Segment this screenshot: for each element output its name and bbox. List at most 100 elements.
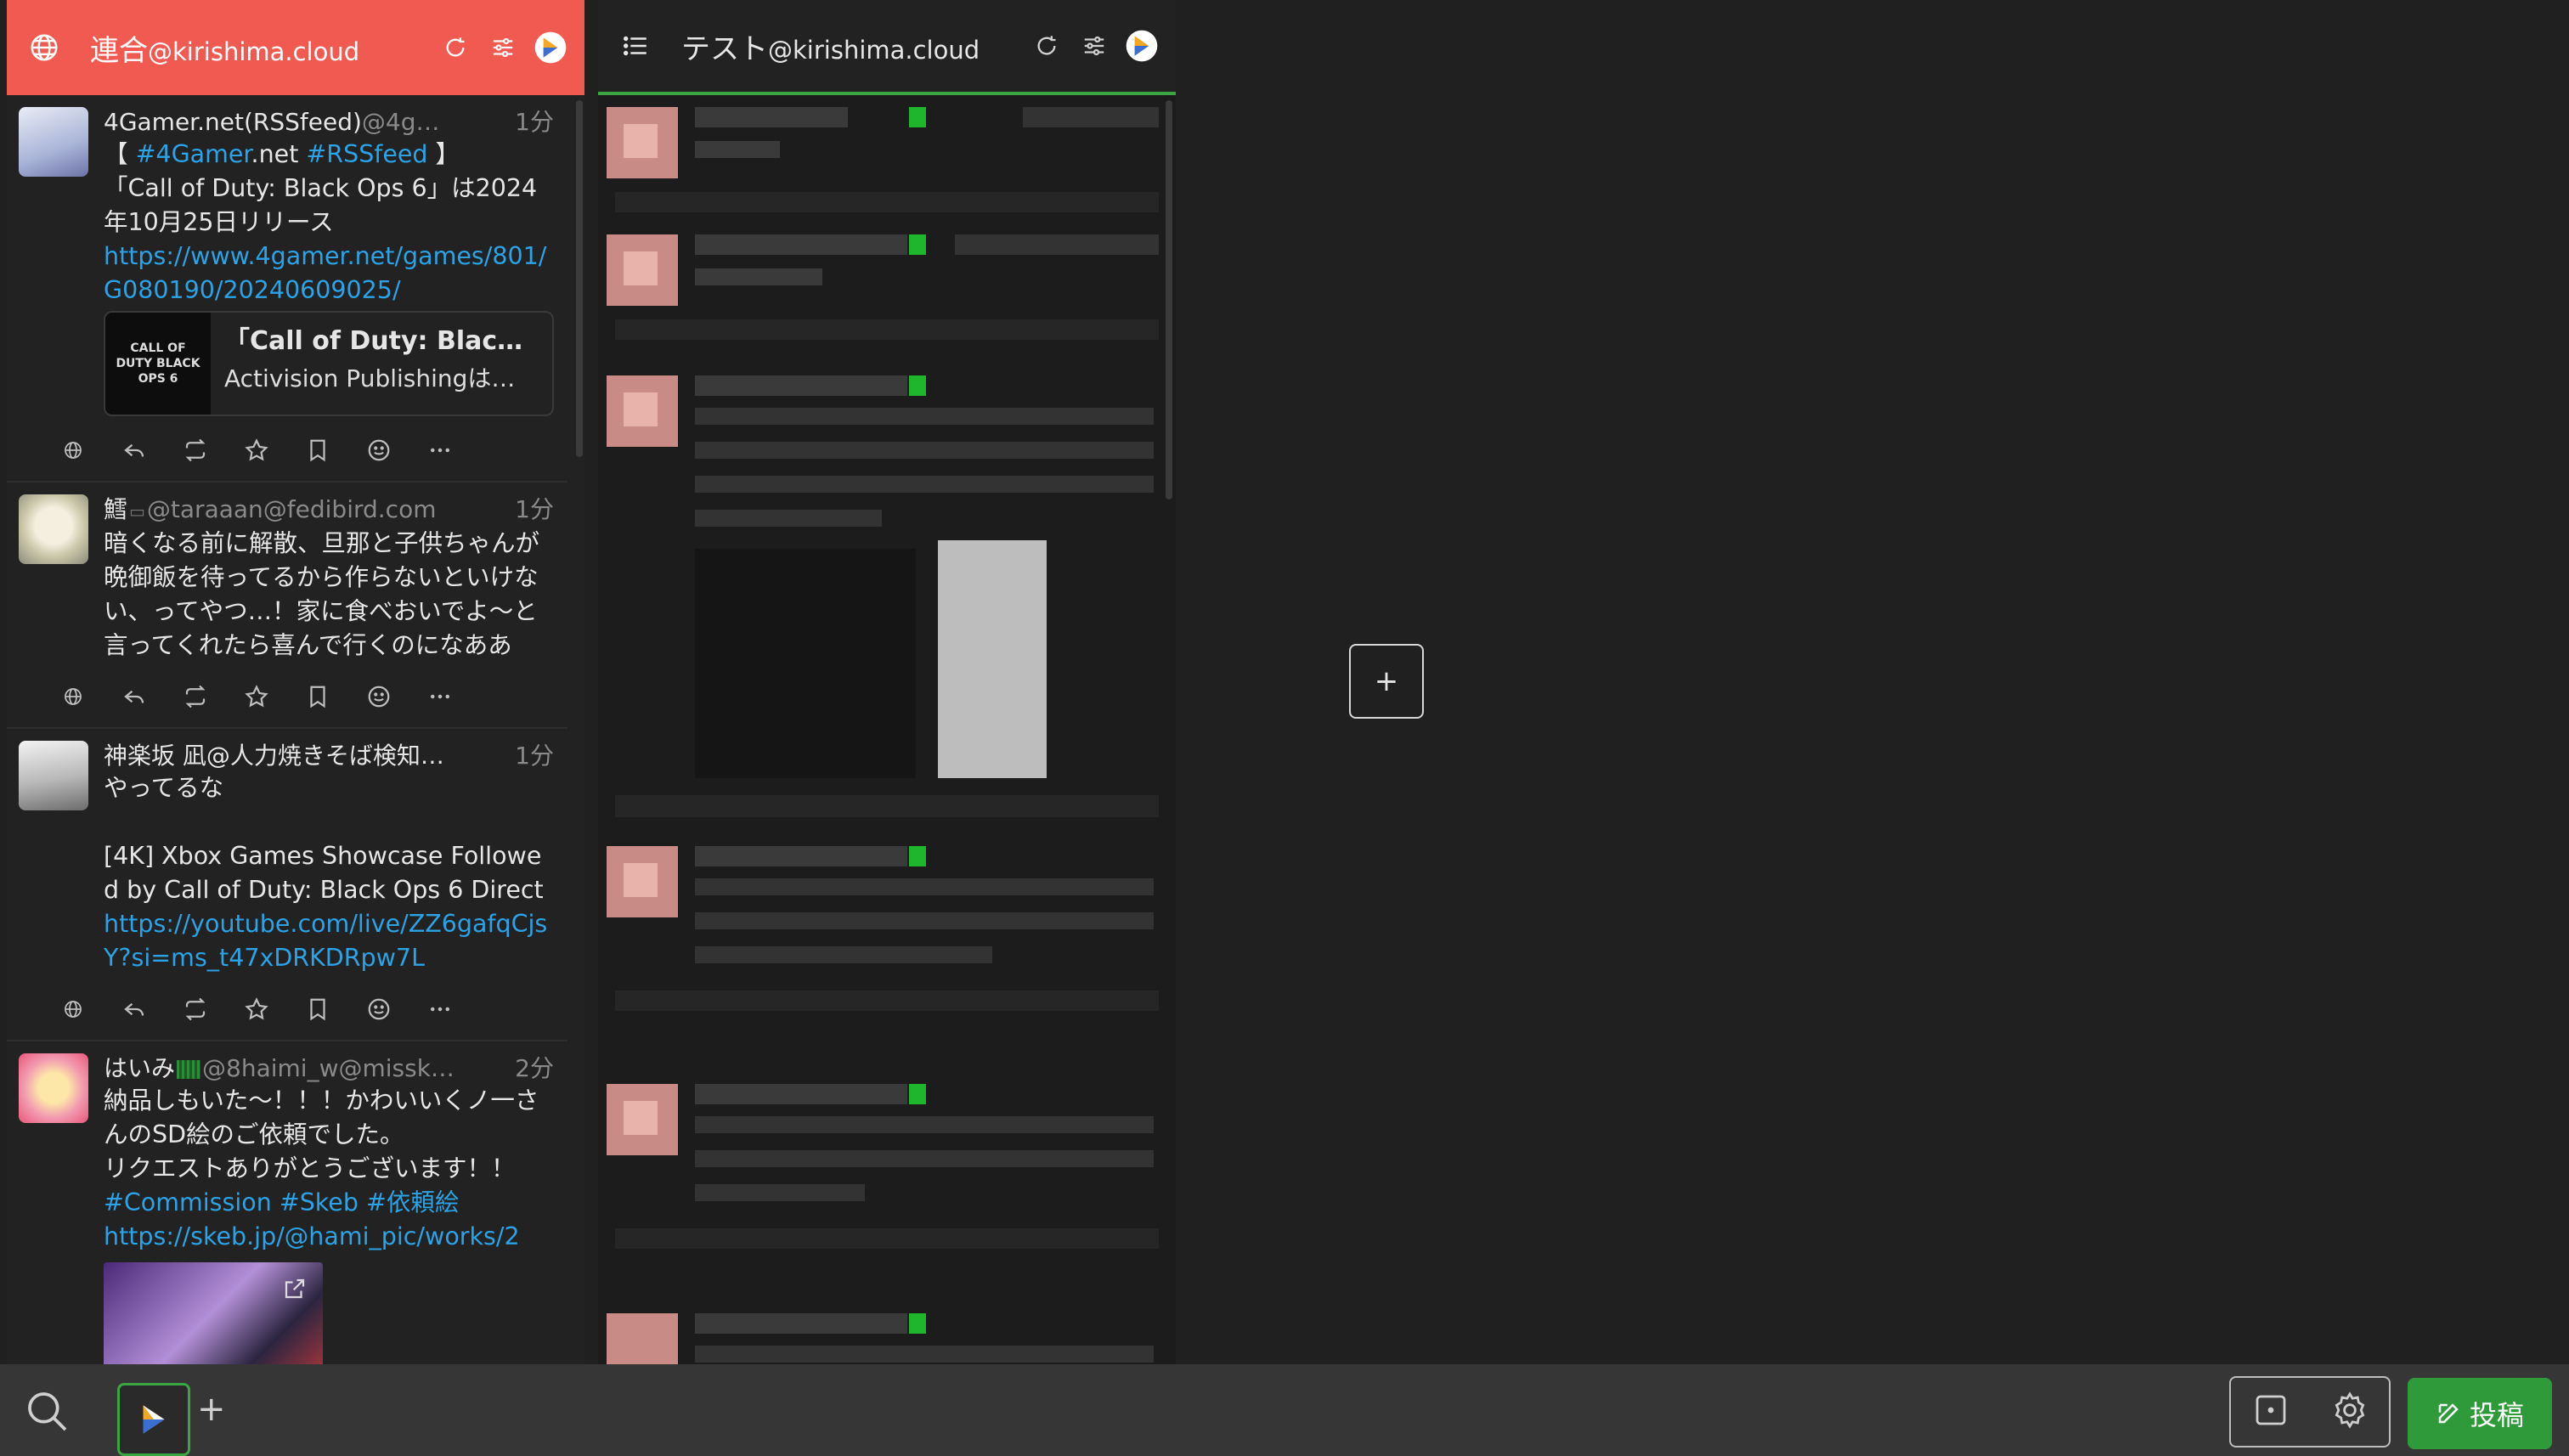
visibility-globe-icon bbox=[42, 999, 104, 1019]
url-preview-card[interactable]: CALL OF DUTY BLACK OPS 6 「Call of Duty: … bbox=[104, 311, 554, 416]
gear-icon[interactable] bbox=[2329, 1390, 2370, 1434]
visibility-globe-icon bbox=[42, 440, 104, 460]
add-column-button[interactable]: + bbox=[1349, 644, 1424, 719]
note-actions bbox=[42, 987, 554, 1031]
note-item[interactable]: はいみ @8haimi_w@missk… 2分 納品しもいた〜！！！かわいいくノ一… bbox=[7, 1041, 567, 1364]
note-item[interactable]: 鱈 ▭@taraaan@fedibird.com 1分 暗くなる前に解散、旦那と子… bbox=[7, 483, 567, 729]
timeline-feed[interactable]: 4Gamer.net(RSSfeed)@4g… 1分 【 #4Gamer.net… bbox=[7, 95, 567, 1364]
list-icon bbox=[615, 25, 656, 66]
account-avatar-icon[interactable] bbox=[530, 27, 571, 68]
more-icon[interactable] bbox=[409, 684, 471, 709]
avatar[interactable] bbox=[19, 494, 88, 564]
note-author-acct: @8haimi_w@missk… bbox=[202, 1054, 455, 1082]
bookmark-icon[interactable] bbox=[287, 996, 348, 1022]
avatar[interactable] bbox=[19, 741, 88, 810]
reply-icon[interactable] bbox=[104, 437, 165, 463]
pixelated-note bbox=[607, 107, 1159, 212]
column-title: 連合@kirishima.cloud bbox=[90, 33, 360, 68]
account-avatar-icon bbox=[133, 1398, 175, 1441]
note-time[interactable]: 1分 bbox=[515, 494, 554, 527]
filter-sliders-icon[interactable] bbox=[483, 27, 523, 68]
globe-icon bbox=[24, 27, 65, 68]
pixelated-note bbox=[607, 846, 1159, 1011]
note-text: 納品しもいた〜！！！かわいいくノ一さんのSD絵のご依頼でした。 リクエストありが… bbox=[104, 1086, 539, 1250]
reaction-emoji-icon[interactable] bbox=[348, 684, 409, 709]
star-icon[interactable] bbox=[226, 437, 287, 463]
note-author-name[interactable]: 鱈 bbox=[104, 495, 127, 523]
account-avatar-icon[interactable] bbox=[1121, 25, 1162, 66]
note-author-name[interactable]: はいみ bbox=[104, 1054, 175, 1082]
note-text: 【 #4Gamer.net #RSSfeed 】 「Call of Duty: … bbox=[104, 140, 547, 304]
note-url-link[interactable]: https://www.4gamer.net/games/801/G080190… bbox=[104, 242, 546, 304]
avatar[interactable] bbox=[19, 1053, 88, 1123]
column-header[interactable]: 連合@kirishima.cloud bbox=[7, 0, 584, 95]
pixelated-note bbox=[607, 1084, 1159, 1249]
visibility-globe-icon bbox=[42, 686, 104, 707]
star-icon[interactable] bbox=[226, 684, 287, 709]
app-root: 連合@kirishima.cloud 4Gamer.net(RSSfeed)@4… bbox=[0, 0, 2569, 1456]
more-icon[interactable] bbox=[409, 996, 471, 1022]
note-time[interactable]: 1分 bbox=[515, 741, 554, 771]
note-author-name[interactable]: 神楽坂 凪@人力焼きそば検知… bbox=[104, 742, 444, 770]
card-description: Activision Publishingは本… bbox=[224, 364, 539, 392]
note-time[interactable]: 1分 bbox=[515, 107, 554, 138]
reload-icon[interactable] bbox=[435, 27, 476, 68]
hashtag-link[interactable]: #RSSfeed bbox=[306, 140, 427, 168]
note-author: 鱈 ▭@taraaan@fedibird.com bbox=[104, 494, 505, 527]
renote-icon[interactable] bbox=[165, 996, 226, 1022]
pixelated-timeline[interactable] bbox=[598, 99, 1176, 1364]
pixelated-note bbox=[607, 375, 1159, 817]
reaction-emoji-icon[interactable] bbox=[348, 437, 409, 463]
account-switcher-button[interactable] bbox=[117, 1383, 190, 1456]
card-thumbnail: CALL OF DUTY BLACK OPS 6 bbox=[105, 313, 211, 415]
attached-image[interactable] bbox=[104, 1262, 323, 1364]
note-actions bbox=[42, 674, 554, 719]
note-item[interactable]: 神楽坂 凪@人力焼きそば検知… 1分 やってるな [4K] Xbox Games… bbox=[7, 729, 567, 1041]
note-author: 神楽坂 凪@人力焼きそば検知… bbox=[104, 741, 505, 771]
note-item[interactable]: 4Gamer.net(RSSfeed)@4g… 1分 【 #4Gamer.net… bbox=[7, 95, 567, 483]
filter-sliders-icon[interactable] bbox=[1074, 25, 1115, 66]
note-url-link[interactable]: https://youtube.com/live/ZZ6gafqCjsY?si=… bbox=[104, 910, 547, 972]
external-link-icon[interactable] bbox=[282, 1276, 308, 1305]
pixelated-note bbox=[607, 1313, 1154, 1364]
hashtag-link[interactable]: #Commission #Skeb #依頼絵 bbox=[104, 1188, 459, 1216]
scrollbar[interactable] bbox=[576, 100, 583, 457]
more-icon[interactable] bbox=[409, 437, 471, 463]
column-header[interactable]: テスト@kirishima.cloud bbox=[598, 0, 1176, 95]
note-author: はいみ @8haimi_w@missk… bbox=[104, 1053, 505, 1084]
reply-icon[interactable] bbox=[104, 996, 165, 1022]
column-test: テスト@kirishima.cloud bbox=[598, 0, 1176, 1364]
hashtag-link[interactable]: #4Gamer bbox=[136, 140, 251, 168]
renote-icon[interactable] bbox=[165, 684, 226, 709]
emoji-icon: ▭ bbox=[129, 501, 145, 522]
bookmark-icon[interactable] bbox=[287, 437, 348, 463]
reaction-emoji-icon[interactable] bbox=[348, 996, 409, 1022]
search-icon[interactable] bbox=[24, 1388, 71, 1436]
note-text: やってるな [4K] Xbox Games Showcase Followed … bbox=[104, 774, 548, 972]
bookmark-icon[interactable] bbox=[287, 684, 348, 709]
card-title: 「Call of Duty: Black Op… bbox=[224, 326, 539, 356]
column-federated: 連合@kirishima.cloud 4Gamer.net(RSSfeed)@4… bbox=[7, 0, 584, 1364]
add-account-button[interactable]: + bbox=[197, 1390, 226, 1429]
note-author-name[interactable]: 4Gamer.net(RSSfeed) bbox=[104, 108, 362, 136]
pixelated-note bbox=[607, 234, 1159, 340]
emoji-icon bbox=[177, 1060, 201, 1079]
note-time[interactable]: 2分 bbox=[515, 1053, 554, 1084]
post-button-label: 投稿 bbox=[2469, 1400, 2524, 1431]
reload-icon[interactable] bbox=[1026, 25, 1067, 66]
reply-icon[interactable] bbox=[104, 684, 165, 709]
renote-icon[interactable] bbox=[165, 437, 226, 463]
star-icon[interactable] bbox=[226, 996, 287, 1022]
edit-icon bbox=[2438, 1403, 2459, 1424]
note-actions bbox=[42, 428, 554, 472]
note-author-acct: @taraaan@fedibird.com bbox=[146, 495, 437, 523]
post-button[interactable]: 投稿 bbox=[2408, 1378, 2552, 1449]
scrollbar[interactable] bbox=[1166, 100, 1172, 499]
note-text: 暗くなる前に解散、旦那と子供ちゃんが晩御飯を待ってるから作らないといけない、って… bbox=[104, 529, 540, 659]
bottom-tools bbox=[2229, 1376, 2391, 1448]
note-url-link[interactable]: https://skeb.jp/@hami_pic/works/2 bbox=[104, 1222, 520, 1250]
note-author: 4Gamer.net(RSSfeed)@4g… bbox=[104, 107, 505, 138]
note-author-acct: @4g… bbox=[361, 108, 440, 136]
widget-toggle-icon[interactable] bbox=[2250, 1390, 2291, 1434]
avatar[interactable] bbox=[19, 107, 88, 177]
